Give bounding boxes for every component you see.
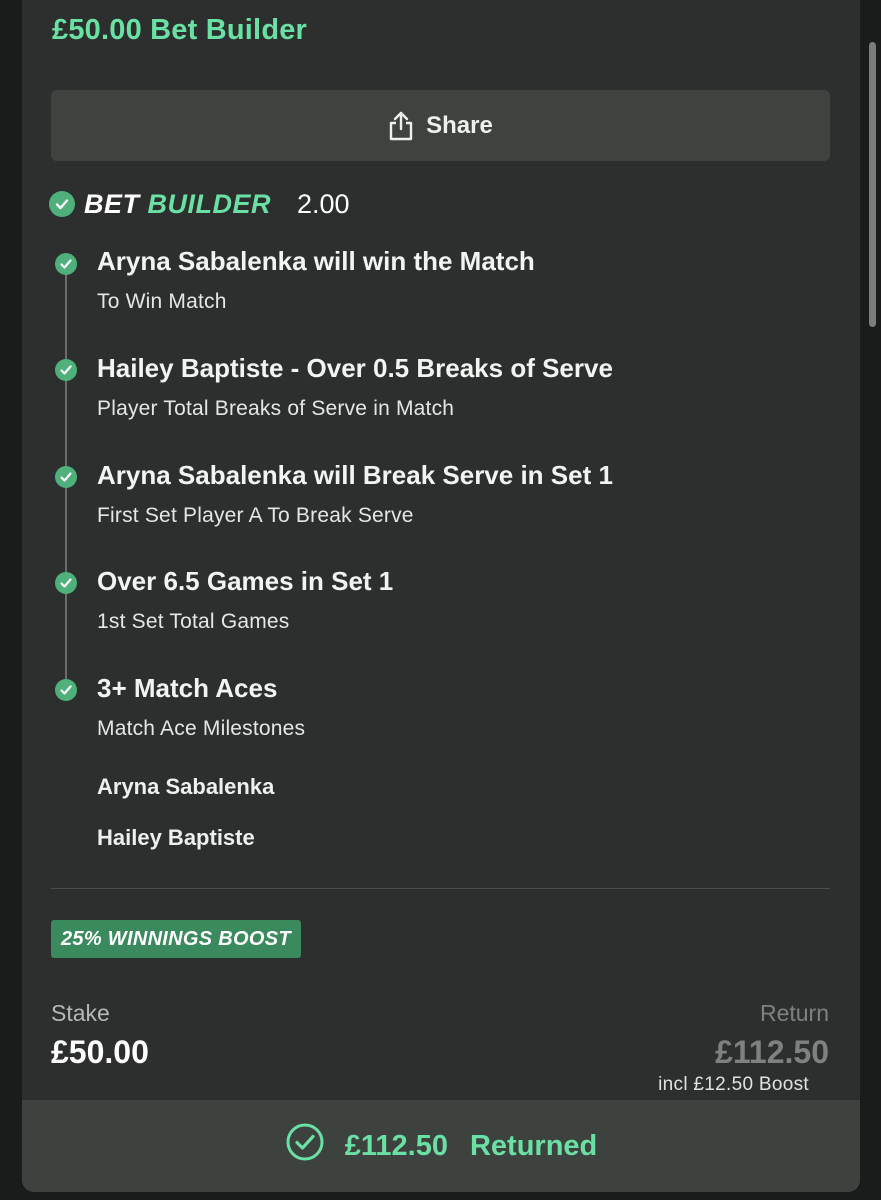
leg-selection: Hailey Baptiste - Over 0.5 Breaks of Ser… [97, 353, 613, 383]
check-icon [55, 679, 77, 701]
stake-label: Stake [51, 1000, 110, 1026]
leg-selection: Aryna Sabalenka will Break Serve in Set … [97, 460, 613, 490]
leg-market: Player Total Breaks of Serve in Match [97, 397, 455, 420]
returned-status: Returned [469, 1129, 598, 1162]
bet-builder-header: BET BUILDER 2.00 [49, 186, 350, 222]
bet-builder-logo-part2: BUILDER [147, 188, 272, 219]
bet-builder-logo-part1: BET [84, 188, 140, 219]
check-circle-icon [285, 1122, 325, 1170]
share-icon [388, 111, 414, 141]
bet-builder-logo: BET BUILDER [84, 189, 271, 220]
player-name: Aryna Sabalenka [97, 774, 275, 799]
share-label: Share [426, 111, 493, 139]
check-icon [49, 191, 75, 217]
returned-status-bar: £112.50 Returned [22, 1100, 860, 1192]
check-icon [55, 253, 77, 275]
returned-amount: £112.50 [344, 1129, 448, 1162]
leg-selection: Aryna Sabalenka will win the Match [97, 246, 535, 276]
check-icon [55, 572, 77, 594]
check-icon [55, 466, 77, 488]
return-label: Return [759, 1000, 829, 1026]
scrollbar[interactable] [869, 42, 876, 327]
divider [51, 888, 830, 889]
bet-builder-odds: 2.00 [297, 188, 350, 219]
check-icon [55, 359, 77, 381]
return-boost-note: incl £12.50 Boost [658, 1074, 809, 1095]
share-button[interactable]: Share [51, 90, 830, 161]
leg-selection: 3+ Match Aces [97, 673, 278, 703]
return-value: £112.50 [715, 1034, 829, 1070]
leg-market: To Win Match [97, 290, 227, 313]
leg-selection: Over 6.5 Games in Set 1 [97, 566, 394, 596]
bet-card: £50.00 Bet Builder Share BET BUILDER 2.0… [22, 0, 860, 1192]
stake-value: £50.00 [51, 1034, 149, 1070]
player-name: Hailey Baptiste [97, 825, 255, 850]
leg-market: Match Ace Milestones [97, 717, 306, 740]
bet-title: £50.00 Bet Builder [52, 14, 308, 46]
winnings-boost-badge: 25% WINNINGS BOOST [51, 920, 301, 958]
leg-market: First Set Player A To Break Serve [97, 504, 414, 527]
leg-market: 1st Set Total Games [97, 610, 290, 633]
